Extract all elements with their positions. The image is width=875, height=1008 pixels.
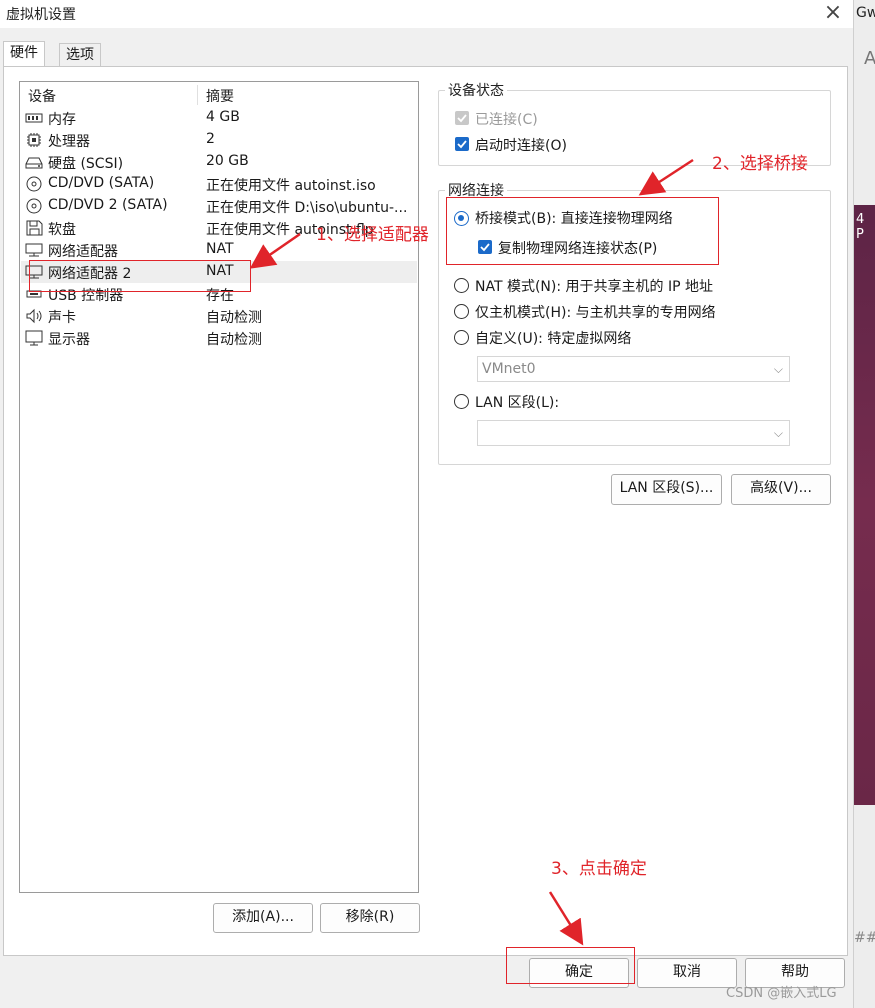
- arrow-step1: [249, 232, 301, 269]
- arrow-step2: [638, 158, 694, 196]
- arrow-step3: [548, 891, 584, 946]
- annotation-arrows: [249, 158, 694, 946]
- watermark: CSDN @嵌入式LG: [726, 986, 837, 1001]
